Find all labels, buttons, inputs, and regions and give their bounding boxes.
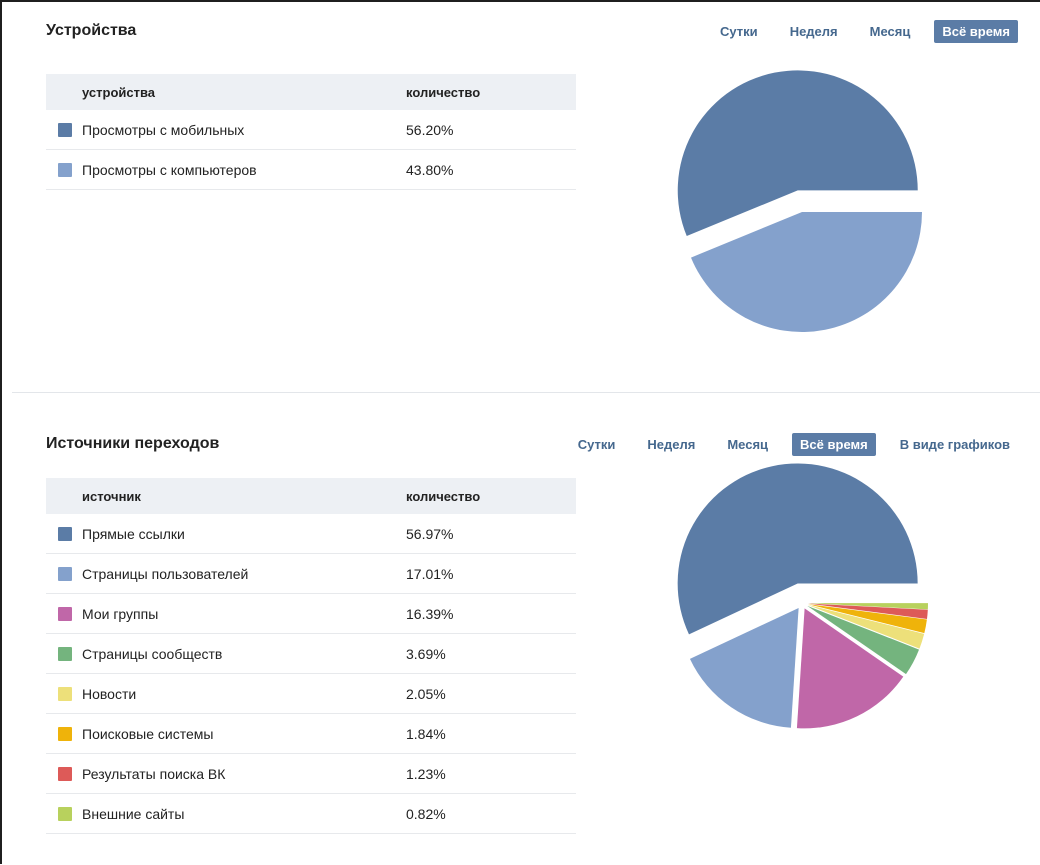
sources-row: Прямые ссылки 56.97%: [46, 514, 576, 554]
devices-col-value: количество: [406, 74, 576, 110]
sources-category-label: Результаты поиска ВК: [82, 765, 226, 782]
sources-value-label: 2.05%: [406, 673, 576, 714]
devices-section: Устройства Сутки Неделя Месяц Всё время …: [12, 2, 1040, 392]
sources-category-label: Новости: [82, 685, 137, 702]
devices-legend-swatch: [58, 122, 72, 137]
devices-period-month[interactable]: Месяц: [862, 20, 919, 43]
sources-row-label: Страницы пользователей: [46, 553, 406, 594]
sources-category-label: Прямые ссылки: [82, 525, 185, 542]
sources-legend-swatch: [58, 606, 72, 621]
sources-period-all-time[interactable]: Всё время: [792, 433, 876, 456]
sources-row-label: Мои группы: [46, 593, 406, 634]
sources-pie-chart: [677, 463, 928, 729]
devices-value-label: 56.20%: [406, 110, 576, 150]
sources-view-as-graphs[interactable]: В виде графиков: [892, 433, 1018, 456]
sources-value-label: 1.23%: [406, 753, 576, 794]
sources-row: Новости 2.05%: [46, 673, 576, 714]
sources-legend-swatch: [58, 726, 72, 741]
sources-legend-swatch: [58, 686, 72, 701]
devices-period-day[interactable]: Сутки: [712, 20, 766, 43]
sources-legend-swatch: [58, 566, 72, 581]
devices-row: Просмотры с компьютеров 43.80%: [46, 149, 576, 190]
sources-legend-swatch: [58, 766, 72, 781]
sources-col-name: источник: [46, 478, 406, 514]
sources-row-label: Новости: [46, 673, 406, 714]
sources-title: Источники переходов: [46, 435, 220, 452]
sources-period-month[interactable]: Месяц: [719, 433, 776, 456]
sources-value-label: 16.39%: [406, 593, 576, 634]
sources-period-week[interactable]: Неделя: [639, 433, 703, 456]
devices-period-week[interactable]: Неделя: [782, 20, 846, 43]
sources-value-label: 3.69%: [406, 633, 576, 674]
devices-pie-slice[interactable]: [677, 70, 918, 236]
devices-category-label: Просмотры с мобильных: [82, 121, 245, 138]
devices-row-label: Просмотры с компьютеров: [46, 149, 406, 190]
sources-row: Результаты поиска ВК 1.23%: [46, 753, 576, 794]
sources-value-label: 1.84%: [406, 713, 576, 754]
sources-legend-swatch: [58, 806, 72, 821]
sources-period-tabs: Сутки Неделя Месяц Всё время В виде граф…: [554, 433, 1018, 456]
sources-table-body: Прямые ссылки 56.97% Страницы пользователе…: [46, 514, 576, 834]
sources-category-label: Внешние сайты: [82, 805, 185, 822]
devices-category-label: Просмотры с компьютеров: [82, 161, 257, 178]
sources-value-label: 0.82%: [406, 793, 576, 834]
sources-section: Источники переходов Сутки Неделя Месяц В…: [12, 392, 1040, 865]
devices-col-name: устройства: [46, 74, 406, 110]
sources-row: Страницы сообществ 3.69%: [46, 633, 576, 674]
sources-col-value: количество: [406, 478, 576, 514]
devices-pie-chart: [677, 70, 922, 332]
sources-table-header: источник количество: [46, 478, 576, 514]
devices-row-label: Просмотры с мобильных: [46, 110, 406, 150]
sources-row-label: Поисковые системы: [46, 713, 406, 754]
frame-left-border: [0, 0, 2, 864]
sources-row: Внешние сайты 0.82%: [46, 793, 576, 834]
devices-table-header: устройства количество: [46, 74, 576, 110]
devices-legend-swatch: [58, 162, 72, 177]
sources-category-label: Страницы пользователей: [82, 565, 249, 582]
sources-legend-swatch: [58, 646, 72, 661]
sources-category-label: Страницы сообществ: [82, 645, 223, 662]
devices-table: устройства количество Просмотры с мобиль…: [46, 74, 576, 190]
sources-table: источник количество Прямые ссылки 56.97% С…: [46, 478, 576, 834]
sources-value-label: 17.01%: [406, 553, 576, 594]
sources-row-label: Внешние сайты: [46, 793, 406, 834]
sources-category-label: Поисковые системы: [82, 725, 214, 742]
devices-period-all-time[interactable]: Всё время: [934, 20, 1018, 43]
sources-row: Поисковые системы 1.84%: [46, 713, 576, 754]
sources-row-label: Прямые ссылки: [46, 514, 406, 554]
devices-value-label: 43.80%: [406, 149, 576, 190]
devices-table-body: Просмотры с мобильных 56.20% Просмотры с к…: [46, 110, 576, 190]
devices-pie-slice[interactable]: [690, 212, 922, 332]
sources-row-label: Страницы сообществ: [46, 633, 406, 674]
devices-title: Устройства: [46, 22, 137, 39]
sources-value-label: 56.97%: [406, 514, 576, 554]
sources-row: Мои группы 16.39%: [46, 593, 576, 634]
devices-row: Просмотры с мобильных 56.20%: [46, 110, 576, 150]
sources-period-day[interactable]: Сутки: [570, 433, 624, 456]
sources-category-label: Мои группы: [82, 605, 159, 622]
sources-row: Страницы пользователей 17.01%: [46, 553, 576, 594]
sources-row-label: Результаты поиска ВК: [46, 753, 406, 794]
sources-legend-swatch: [58, 526, 72, 541]
devices-period-tabs: Сутки Неделя Месяц Всё время: [696, 20, 1018, 43]
